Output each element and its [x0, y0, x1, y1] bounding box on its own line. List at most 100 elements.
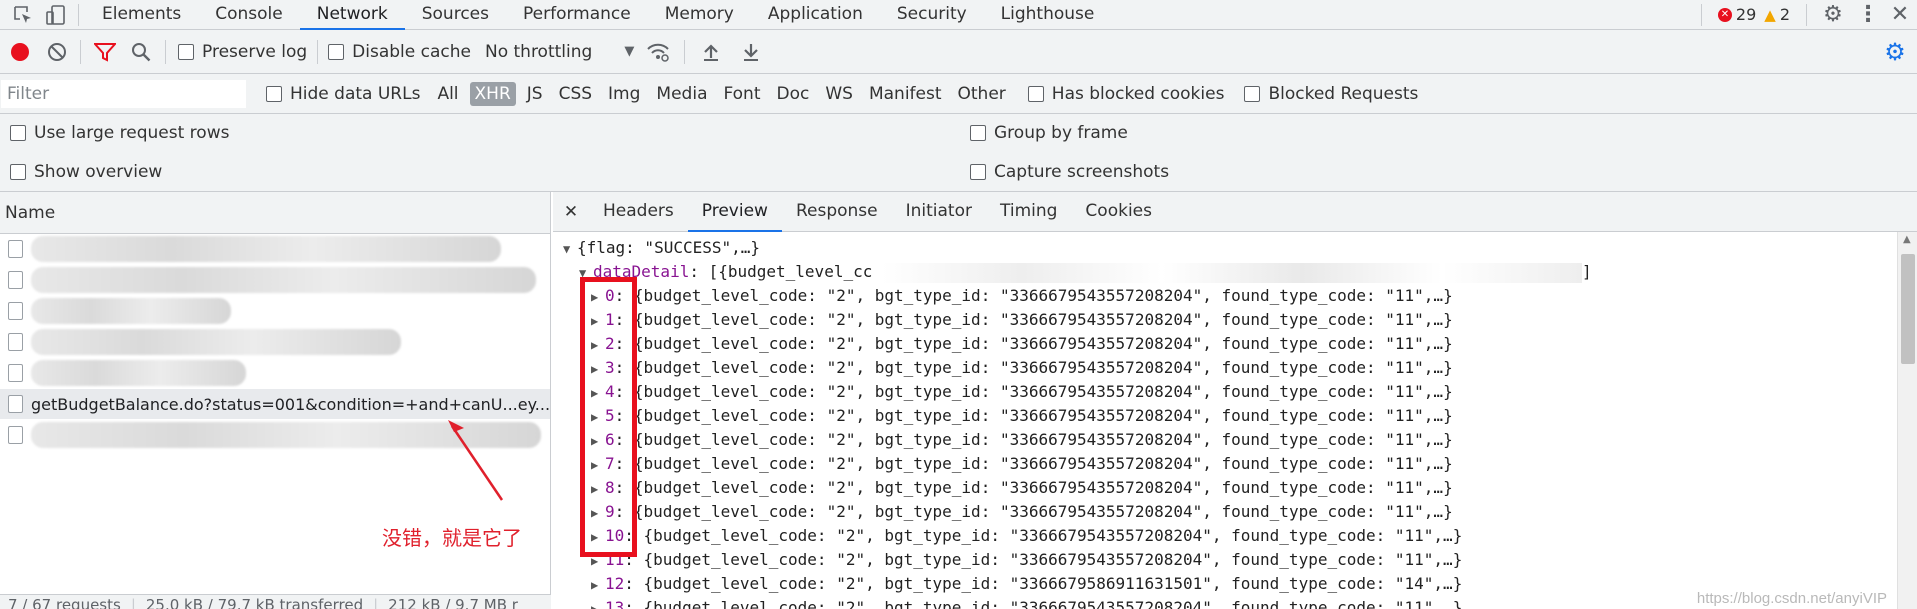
clear-icon[interactable] — [40, 30, 74, 74]
network-conditions-icon[interactable] — [638, 30, 678, 74]
row-summary: {budget_level_code: "2", bgt_type_id: "3… — [643, 574, 1463, 593]
tab-elements[interactable]: Elements — [85, 0, 198, 30]
data-detail-row[interactable]: ▶ 4: {budget_level_code: "2", bgt_type_id… — [553, 380, 1917, 404]
collapse-triangle-icon[interactable]: ▼ — [563, 237, 577, 261]
redacted-request-name — [31, 329, 401, 355]
more-options-icon[interactable]: ⋮ — [1853, 0, 1883, 30]
checkbox-box[interactable] — [10, 163, 26, 180]
data-detail-row[interactable]: ▶ 0: {budget_level_code: "2", bgt_type_id… — [553, 284, 1917, 308]
expand-triangle-icon[interactable]: ▶ — [591, 597, 605, 609]
type-filter-js[interactable]: JS — [522, 82, 548, 106]
request-row-blurred[interactable] — [0, 234, 550, 265]
annotation-arrow — [448, 420, 504, 501]
import-har-icon[interactable] — [691, 30, 731, 74]
detail-tab-timing[interactable]: Timing — [986, 192, 1071, 232]
type-filter-img[interactable]: Img — [603, 82, 645, 106]
hide-data-urls-checkbox[interactable]: Hide data URLs — [266, 84, 420, 104]
checkbox-box[interactable] — [970, 163, 986, 180]
checkbox-box[interactable] — [1027, 85, 1044, 102]
blocked-requests-checkbox[interactable]: Blocked Requests — [1244, 84, 1418, 104]
row-summary: {budget_level_code: "2", bgt_type_id: "3… — [633, 478, 1453, 497]
type-filter-font[interactable]: Font — [718, 82, 765, 106]
tab-sources[interactable]: Sources — [405, 0, 506, 30]
request-row-blurred[interactable] — [0, 358, 550, 389]
data-detail-row[interactable]: ▶ 7: {budget_level_code: "2", bgt_type_id… — [553, 452, 1917, 476]
type-filter-xhr[interactable]: XHR — [469, 81, 516, 106]
issues-counter[interactable]: ✕ 29 ▲ 2 — [1708, 5, 1800, 24]
data-detail-row[interactable]: ▶ 2: {budget_level_code: "2", bgt_type_id… — [553, 332, 1917, 356]
detail-tab-response[interactable]: Response — [782, 192, 892, 232]
scroll-up-arrow-icon[interactable]: ▲ — [1903, 234, 1911, 245]
detail-tab-cookies[interactable]: Cookies — [1071, 192, 1166, 232]
inspect-element-icon[interactable] — [6, 0, 40, 30]
data-detail-row[interactable]: ▶ 5: {budget_level_code: "2", bgt_type_id… — [553, 404, 1917, 428]
close-devtools-icon[interactable]: ✕ — [1883, 0, 1917, 30]
checkbox-box[interactable] — [1244, 85, 1261, 102]
type-filter-other[interactable]: Other — [953, 82, 1011, 106]
type-filter-doc[interactable]: Doc — [772, 82, 815, 106]
type-filter-css[interactable]: CSS — [554, 82, 597, 106]
tab-application[interactable]: Application — [751, 0, 880, 30]
type-filter-all[interactable]: All — [432, 82, 463, 106]
data-detail-row[interactable]: ▶ 6: {budget_level_code: "2", bgt_type_id… — [553, 428, 1917, 452]
row-summary: {budget_level_code: "2", bgt_type_id: "3… — [633, 406, 1453, 425]
network-settings-gear-icon[interactable]: ⚙ — [1873, 30, 1917, 74]
filter-input[interactable] — [1, 79, 246, 108]
preview-root-line[interactable]: ▼ {flag: "SUCCESS",…} — [553, 236, 1917, 260]
large-rows-checkbox[interactable]: Use large request rows — [10, 123, 229, 143]
data-detail-row[interactable]: ▶ 11: {budget_level_code: "2", bgt_type_i… — [553, 548, 1917, 572]
record-icon[interactable] — [0, 30, 40, 74]
tab-memory[interactable]: Memory — [648, 0, 751, 30]
warning-count: 2 — [1779, 5, 1790, 24]
data-detail-row[interactable]: ▶ 3: {budget_level_code: "2", bgt_type_id… — [553, 356, 1917, 380]
device-toolbar-icon[interactable] — [40, 0, 72, 30]
request-row-blurred[interactable] — [0, 327, 550, 358]
tab-security[interactable]: Security — [880, 0, 984, 30]
row-summary: {budget_level_code: "2", bgt_type_id: "3… — [643, 550, 1463, 569]
tab-lighthouse[interactable]: Lighthouse — [984, 0, 1112, 30]
type-filter-ws[interactable]: WS — [820, 82, 858, 106]
group-by-frame-checkbox[interactable]: Group by frame — [970, 123, 1128, 143]
close-detail-icon[interactable]: ✕ — [553, 192, 589, 232]
checkbox-box[interactable] — [10, 125, 26, 141]
vertical-scrollbar[interactable]: ▲ — [1897, 232, 1917, 609]
filter-icon[interactable] — [87, 30, 123, 74]
data-detail-line[interactable]: ▼ dataDetail: [{budget_level_cc ] — [553, 260, 1917, 284]
request-detail-pane: ✕ Headers Preview Response Initiator Timing C… — [553, 192, 1917, 609]
request-row-blurred[interactable] — [0, 296, 550, 327]
checkbox-box[interactable] — [328, 43, 345, 60]
row-summary: {budget_level_code: "2", bgt_type_id: "3… — [633, 502, 1453, 521]
search-icon[interactable] — [123, 30, 159, 74]
tab-performance[interactable]: Performance — [506, 0, 648, 30]
has-blocked-cookies-checkbox[interactable]: Has blocked cookies — [1027, 84, 1224, 104]
data-detail-row[interactable]: ▶ 10: {budget_level_code: "2", bgt_type_i… — [553, 524, 1917, 548]
detail-tab-headers[interactable]: Headers — [589, 192, 688, 232]
tab-console[interactable]: Console — [198, 0, 300, 30]
detail-tab-initiator[interactable]: Initiator — [892, 192, 986, 232]
type-filter-media[interactable]: Media — [651, 82, 712, 106]
checkbox-box[interactable] — [266, 85, 282, 102]
settings-gear-icon[interactable]: ⚙ — [1813, 0, 1853, 30]
show-overview-checkbox[interactable]: Show overview — [10, 162, 162, 182]
throttling-select[interactable]: No throttling ▼ — [485, 42, 634, 62]
scrollbar-thumb[interactable] — [1901, 254, 1915, 364]
checkbox-box[interactable] — [970, 125, 986, 141]
data-detail-row[interactable]: ▶ 1: {budget_level_code: "2", bgt_type_id… — [553, 308, 1917, 332]
disable-cache-checkbox[interactable]: Disable cache — [328, 42, 471, 62]
detail-tab-preview[interactable]: Preview — [687, 192, 782, 232]
type-filter-manifest[interactable]: Manifest — [864, 82, 947, 106]
divider — [80, 39, 81, 64]
preserve-log-checkbox[interactable]: Preserve log — [178, 42, 307, 62]
tab-network[interactable]: Network — [299, 0, 405, 30]
export-har-icon[interactable] — [731, 30, 771, 74]
data-detail-row[interactable]: ▶ 8: {budget_level_code: "2", bgt_type_id… — [553, 476, 1917, 500]
warning-icon: ▲ — [1764, 5, 1776, 24]
checkbox-box[interactable] — [178, 43, 194, 60]
throttling-value: No throttling — [484, 41, 593, 62]
data-detail-row[interactable]: ▶ 9: {budget_level_code: "2", bgt_type_id… — [553, 500, 1917, 524]
request-name: getBudgetBalance.do?status=001&condition… — [31, 394, 550, 414]
request-row-blurred[interactable] — [0, 265, 550, 296]
expand-triangle-icon[interactable]: ▶ — [591, 573, 605, 597]
capture-screenshots-checkbox[interactable]: Capture screenshots — [970, 162, 1169, 182]
name-column-header[interactable]: Name — [0, 192, 550, 234]
